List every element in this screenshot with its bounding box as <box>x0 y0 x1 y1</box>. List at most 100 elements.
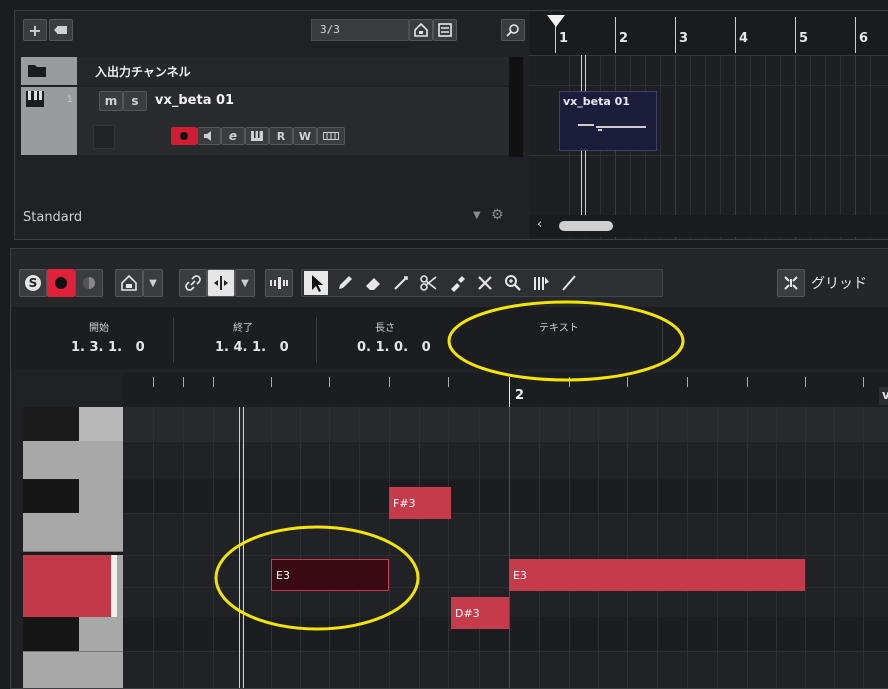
ruler-bar-5: 5 <box>799 31 809 46</box>
eraser-icon[interactable] <box>364 274 382 292</box>
white-key[interactable] <box>79 407 123 442</box>
folder-track-scroll-strip <box>509 57 523 157</box>
read-automation-button[interactable]: R <box>269 127 293 145</box>
folder-track[interactable]: 入出力チャンネル <box>21 57 521 85</box>
show-info-button[interactable] <box>115 269 143 297</box>
instrument-track[interactable]: 1 m s vx_beta 01 e R W <box>21 87 509 155</box>
instrument-edit-button[interactable] <box>245 127 269 145</box>
line-tool-icon[interactable] <box>392 274 410 292</box>
project-window: + 3/3 入出力チャンネル 1 m s vx_beta 01 e R W St… <box>14 10 888 240</box>
note-event[interactable]: D#3 <box>451 597 509 629</box>
ruler-right-label: v <box>882 388 888 402</box>
chevron-down-icon: ▼ <box>149 277 157 289</box>
quantize-button[interactable] <box>777 269 805 297</box>
info-line: 開始 1. 3. 1. 0 終了 1. 4. 1. 0 長さ 0. 1. 0. … <box>11 307 888 369</box>
active-key-e3[interactable] <box>23 555 111 617</box>
write-automation-button[interactable]: W <box>293 127 317 145</box>
note-label: F#3 <box>393 496 416 510</box>
mute-button[interactable]: m <box>99 91 123 111</box>
editor-cursor <box>239 407 240 688</box>
monitor-button[interactable] <box>197 127 221 145</box>
note-display[interactable]: F#3 E3 E3 D#3 <box>123 407 888 688</box>
arrange-area: 1 2 3 4 5 6 vx_beta 01 ‹ <box>529 11 888 239</box>
white-key[interactable] <box>23 513 123 552</box>
info-dropdown[interactable]: ▼ <box>143 269 163 297</box>
record-button[interactable] <box>47 269 75 297</box>
search-track-button[interactable] <box>501 19 525 41</box>
solo-button[interactable]: s <box>123 91 147 111</box>
note-event[interactable]: F#3 <box>389 487 451 519</box>
track-name[interactable]: vx_beta 01 <box>155 93 234 108</box>
arrange-scrollbar[interactable]: ‹ <box>529 215 888 237</box>
info-start-value[interactable]: 1. 3. 1. 0 <box>71 340 145 355</box>
info-length-value[interactable]: 0. 1. 0. 0 <box>357 340 431 355</box>
step-input-button[interactable] <box>265 269 293 297</box>
white-key[interactable] <box>79 479 123 514</box>
zoom-icon[interactable] <box>504 274 522 292</box>
event-name: vx_beta 01 <box>563 95 630 108</box>
chevron-down-icon[interactable]: ▼ <box>473 210 481 221</box>
auto-scroll-button[interactable] <box>179 269 207 297</box>
object-select-tool[interactable] <box>304 271 328 295</box>
write-label: W <box>298 129 312 143</box>
acoustic-feedback-button[interactable] <box>75 269 103 297</box>
arrange-ruler[interactable]: 1 2 3 4 5 6 <box>529 11 888 56</box>
snap-button[interactable] <box>207 269 235 297</box>
feedback-icon <box>83 277 95 289</box>
chevron-down-icon: ▼ <box>241 277 249 289</box>
black-key[interactable] <box>23 617 79 651</box>
snap-dropdown[interactable]: ▼ <box>235 269 255 297</box>
piano-icon <box>26 91 44 107</box>
scroll-left-icon[interactable]: ‹ <box>537 217 542 232</box>
keyboard-icon <box>323 132 339 140</box>
info-text-header: テキスト <box>539 323 579 334</box>
track-presets-button[interactable] <box>49 19 73 41</box>
show-folder-button[interactable] <box>409 19 433 41</box>
scroll-thumb[interactable] <box>559 221 613 231</box>
folder-icon <box>28 65 46 77</box>
edit-button[interactable]: e <box>221 127 245 145</box>
note-label: D#3 <box>455 606 480 620</box>
white-key[interactable] <box>79 617 123 651</box>
drumstick-icon[interactable] <box>532 274 550 292</box>
mute-label: m <box>104 94 118 108</box>
midi-event[interactable]: vx_beta 01 <box>559 91 657 151</box>
gear-icon[interactable]: ⚙ <box>491 207 504 223</box>
piano-keyboard[interactable] <box>23 407 123 688</box>
info-length-header: 長さ <box>375 323 395 334</box>
left-locator-icon[interactable] <box>547 15 565 29</box>
info-start-header: 開始 <box>89 323 109 334</box>
list-view-button[interactable] <box>433 19 457 41</box>
ruler-bar-2: 2 <box>619 31 629 46</box>
snap-type-label[interactable]: グリッド <box>811 273 867 293</box>
record-enable-button[interactable] <box>171 127 197 145</box>
solo-editor-button[interactable]: S <box>19 269 47 297</box>
quantize-icon <box>784 276 798 290</box>
scissors-icon[interactable] <box>420 274 438 292</box>
black-key[interactable] <box>23 479 79 513</box>
info-end-value[interactable]: 1. 4. 1. 0 <box>215 340 289 355</box>
mute-tool-icon[interactable] <box>476 274 494 292</box>
editor-ruler[interactable]: 2 v <box>123 373 888 408</box>
solo-icon: S <box>25 275 41 291</box>
speaker-icon <box>204 131 211 141</box>
house-icon <box>414 23 428 37</box>
track-empty-slot <box>93 125 115 149</box>
glue-icon[interactable] <box>448 274 466 292</box>
note-event[interactable]: E3 <box>509 559 805 591</box>
white-key[interactable] <box>23 651 123 688</box>
svg-text:S: S <box>29 276 38 290</box>
keyboard-button[interactable] <box>317 127 345 145</box>
solo-label: s <box>131 94 139 108</box>
ruler-right-tab: v <box>879 387 888 405</box>
editor-toolbar: S ▼ ▼ グリッド <box>11 249 888 307</box>
white-key[interactable] <box>23 441 123 480</box>
add-track-button[interactable]: + <box>23 19 47 41</box>
record-icon <box>55 277 67 289</box>
note-label: E3 <box>276 568 290 582</box>
editor-ruler-bar: 2 <box>515 388 525 403</box>
selected-note-event[interactable]: E3 <box>271 559 389 591</box>
pencil-icon[interactable] <box>336 274 354 292</box>
list-icon <box>438 23 452 37</box>
draw-line-icon[interactable] <box>560 274 578 292</box>
